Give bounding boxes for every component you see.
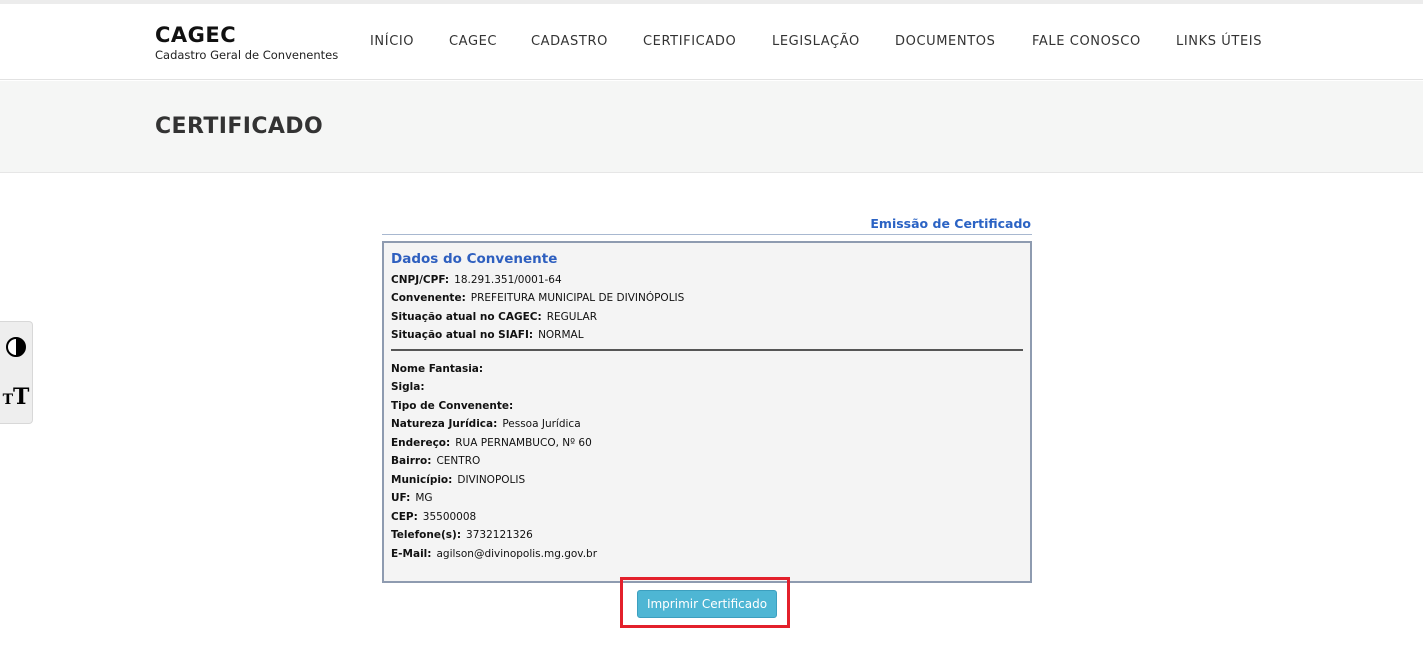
field-label: Situação atual no SIAFI: — [391, 329, 534, 341]
field-value: agilson@divinopolis.mg.gov.br — [436, 548, 598, 560]
accessibility-toolbar: TT — [0, 321, 33, 424]
title-band: CERTIFICADO — [0, 81, 1423, 173]
detail-row-telefone: Telefone(s): 3732121326 — [391, 528, 533, 542]
field-label: CNPJ/CPF: — [391, 274, 450, 286]
brand-logo[interactable]: CAGEC Cadastro Geral de Convenentes — [155, 22, 338, 62]
field-value: 3732121326 — [466, 529, 533, 541]
field-label: Natureza Jurídica: — [391, 418, 498, 430]
panel-title: Dados do Convenente — [391, 251, 558, 267]
field-value: PREFEITURA MUNICIPAL DE DIVINÓPOLIS — [470, 292, 685, 304]
summary-row-siafi: Situação atual no SIAFI: NORMAL — [391, 328, 584, 342]
summary-row-convenente: Convenente: PREFEITURA MUNICIPAL DE DIVIN… — [391, 291, 684, 305]
nav-cagec[interactable]: CAGEC — [449, 34, 497, 50]
nav-certificado[interactable]: CERTIFICADO — [643, 34, 736, 50]
page-title: CERTIFICADO — [155, 114, 324, 139]
panel-divider — [391, 349, 1023, 351]
field-value: Pessoa Jurídica — [502, 418, 581, 430]
nav-legislacao[interactable]: LEGISLAÇÃO — [772, 34, 860, 50]
font-size-button[interactable]: TT — [0, 373, 32, 423]
detail-row-bairro: Bairro: CENTRO — [391, 454, 480, 468]
field-value: NORMAL — [538, 329, 584, 341]
field-label: Sigla: — [391, 381, 425, 393]
nav-cadastro[interactable]: CADASTRO — [531, 34, 608, 50]
field-label: E-Mail: — [391, 548, 432, 560]
brand-subtitle: Cadastro Geral de Convenentes — [155, 48, 339, 62]
field-label: Situação atual no CAGEC: — [391, 311, 542, 323]
print-certificate-button[interactable]: Imprimir Certificado — [637, 590, 777, 618]
font-size-icon: TT — [2, 383, 30, 410]
detail-row-endereco: Endereço: RUA PERNAMBUCO, Nº 60 — [391, 436, 592, 450]
field-label: Município: — [391, 474, 453, 486]
field-value: CENTRO — [436, 455, 481, 467]
emissao-header: Emissão de Certificado — [382, 216, 1032, 235]
field-label: Tipo de Convenente: — [391, 400, 514, 412]
field-value: DIVINOPOLIS — [457, 474, 526, 486]
detail-row-municipio: Município: DIVINOPOLIS — [391, 473, 525, 487]
nav-documentos[interactable]: DOCUMENTOS — [895, 34, 995, 50]
emissao-title: Emissão de Certificado — [870, 216, 1031, 231]
detail-row-email: E-Mail: agilson@divinopolis.mg.gov.br — [391, 547, 597, 561]
nav-inicio[interactable]: INÍCIO — [370, 34, 414, 50]
field-value: REGULAR — [546, 311, 598, 323]
field-label: Telefone(s): — [391, 529, 462, 541]
detail-row-natureza: Natureza Jurídica: Pessoa Jurídica — [391, 417, 581, 431]
detail-row-sigla: Sigla: — [391, 380, 430, 394]
field-value: RUA PERNAMBUCO, Nº 60 — [455, 437, 592, 449]
field-label: Convenente: — [391, 292, 466, 304]
field-label: Endereço: — [391, 437, 451, 449]
field-value: 35500008 — [422, 511, 477, 523]
convenente-panel: Dados do Convenente CNPJ/CPF: 18.291.351/… — [382, 241, 1032, 583]
summary-row-cnpj: CNPJ/CPF: 18.291.351/0001-64 — [391, 273, 562, 287]
site-header: CAGEC Cadastro Geral de Convenentes INÍC… — [0, 4, 1423, 80]
brand-title: CAGEC — [155, 23, 237, 47]
contrast-icon — [6, 337, 26, 357]
field-value: 18.291.351/0001-64 — [454, 274, 562, 286]
field-value: MG — [415, 492, 433, 504]
detail-row-tipo: Tipo de Convenente: — [391, 399, 518, 413]
field-label: Bairro: — [391, 455, 432, 467]
nav-links-uteis[interactable]: LINKS ÚTEIS — [1176, 34, 1262, 50]
field-label: UF: — [391, 492, 411, 504]
field-label: CEP: — [391, 511, 418, 523]
contrast-button[interactable] — [0, 322, 32, 372]
nav-fale-conosco[interactable]: FALE CONOSCO — [1032, 34, 1141, 50]
detail-row-cep: CEP: 35500008 — [391, 510, 476, 524]
summary-row-cagec: Situação atual no CAGEC: REGULAR — [391, 310, 597, 324]
detail-row-nome-fantasia: Nome Fantasia: — [391, 362, 488, 376]
detail-row-uf: UF: MG — [391, 491, 433, 505]
field-label: Nome Fantasia: — [391, 363, 484, 375]
